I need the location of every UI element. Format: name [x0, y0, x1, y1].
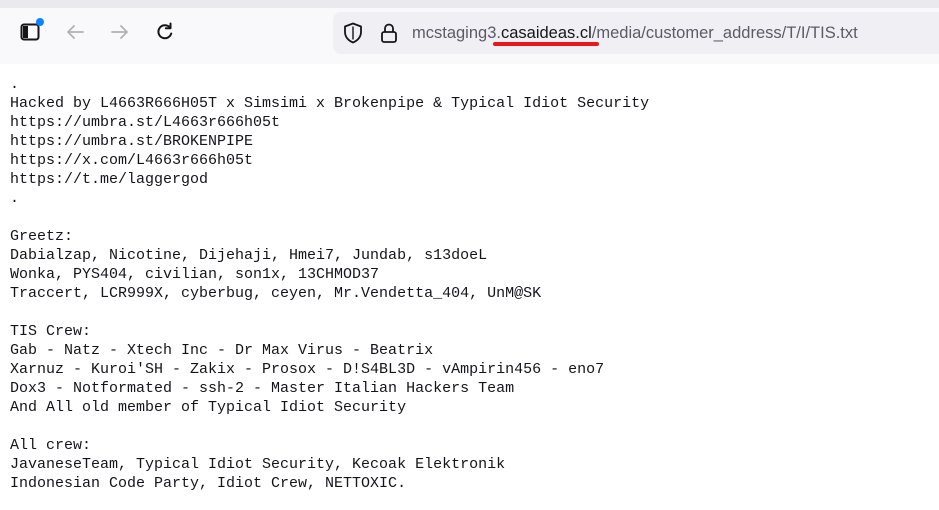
- forward-button[interactable]: [105, 17, 135, 47]
- back-button[interactable]: [60, 17, 90, 47]
- text-line: Xarnuz - Kuroi'SH - Zakix - Prosox - D!S…: [10, 361, 605, 378]
- text-line: Traccert, LCR999X, cyberbug, ceyen, Mr.V…: [10, 285, 542, 302]
- shield-icon: [344, 22, 362, 44]
- text-line: https://umbra.st/BROKENPIPE: [10, 133, 254, 150]
- text-line: Gab - Natz - Xtech Inc - Dr Max Virus - …: [10, 342, 434, 359]
- text-line: https://umbra.st/L4663r666h05t: [10, 114, 281, 131]
- url-subdomain: mcstaging3.: [412, 24, 501, 42]
- arrow-left-icon: [67, 25, 84, 39]
- tab-strip: [0, 0, 939, 8]
- site-security-button[interactable]: [380, 22, 398, 49]
- browser-toolbar: mcstaging3.casaideas.cl/media/customer_a…: [0, 0, 939, 64]
- tracking-protection-button[interactable]: [343, 22, 363, 49]
- url-domain: casaideas.cl: [500, 24, 592, 42]
- address-bar[interactable]: mcstaging3.casaideas.cl/media/customer_a…: [333, 12, 939, 54]
- text-line: [10, 417, 930, 436]
- text-line: And All old member of Typical Idiot Secu…: [10, 399, 407, 416]
- text-line: Dabialzap, Nicotine, Dijehaji, Hmei7, Ju…: [10, 247, 488, 264]
- arrow-right-icon: [111, 25, 128, 39]
- text-line: Dox3 - Notformated - ssh-2 - Master Ital…: [10, 380, 515, 397]
- text-line: https://t.me/laggergod: [10, 171, 209, 188]
- text-line: TIS Crew:: [10, 323, 92, 340]
- sidebar-notification-dot: [36, 18, 44, 26]
- text-line: Wonka, PYS404, civilian, son1x, 13CHMOD3…: [10, 266, 380, 283]
- url-text[interactable]: mcstaging3.casaideas.cl/media/customer_a…: [412, 23, 858, 43]
- text-line: [10, 303, 930, 322]
- text-line: [10, 208, 930, 227]
- text-line: Greetz:: [10, 228, 74, 245]
- text-line: All crew:: [10, 437, 92, 454]
- lock-icon: [381, 23, 397, 43]
- text-line: .: [10, 76, 20, 93]
- text-line: Hacked by L4663R666H05T x Simsimi x Brok…: [10, 95, 650, 112]
- text-line: .: [10, 190, 20, 207]
- plain-text-document: . Hacked by L4663R666H05T x Simsimi x Bro…: [10, 75, 930, 493]
- text-line: https://x.com/L4663r666h05t: [10, 152, 254, 169]
- red-underline-annotation: [493, 42, 599, 46]
- sidebar-icon: [20, 23, 40, 41]
- url-path: /media/customer_address/T/I/TIS.txt: [591, 24, 858, 42]
- text-line: JavaneseTeam, Typical Idiot Security, Ke…: [10, 456, 506, 473]
- reload-icon: [157, 22, 173, 40]
- text-line: Indonesian Code Party, Idiot Crew, NETTO…: [10, 475, 407, 492]
- reload-button[interactable]: [150, 17, 180, 47]
